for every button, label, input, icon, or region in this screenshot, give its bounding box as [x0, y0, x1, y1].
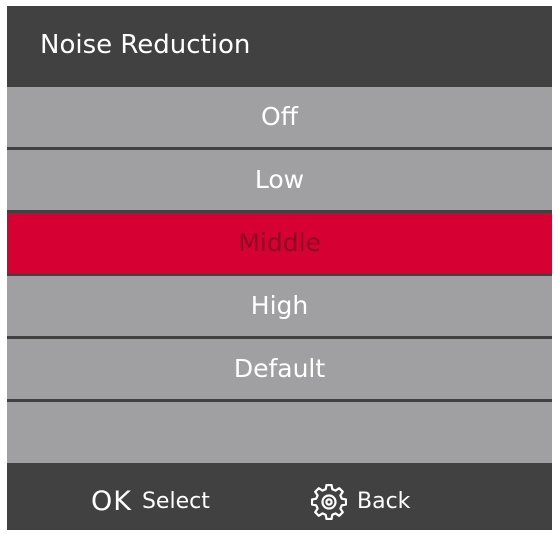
option-off[interactable]: Off: [7, 87, 552, 147]
footer-hints: OK Select Back: [7, 473, 552, 530]
osd-menu-panel: Noise Reduction Off Low Middle High Defa…: [7, 6, 552, 530]
menu-title: Noise Reduction: [7, 6, 552, 84]
option-empty: [7, 402, 552, 463]
gear-icon: [311, 483, 347, 520]
back-label: Back: [357, 489, 411, 514]
back-hint[interactable]: Back: [311, 473, 410, 530]
option-middle[interactable]: Middle: [7, 213, 552, 273]
option-high[interactable]: High: [7, 276, 552, 336]
options-list: Off Low Middle High Default: [7, 87, 552, 466]
option-low[interactable]: Low: [7, 150, 552, 210]
select-label: Select: [141, 489, 210, 514]
option-default[interactable]: Default: [7, 339, 552, 399]
ok-key-label: OK: [91, 486, 132, 517]
select-hint[interactable]: OK Select: [91, 473, 210, 530]
